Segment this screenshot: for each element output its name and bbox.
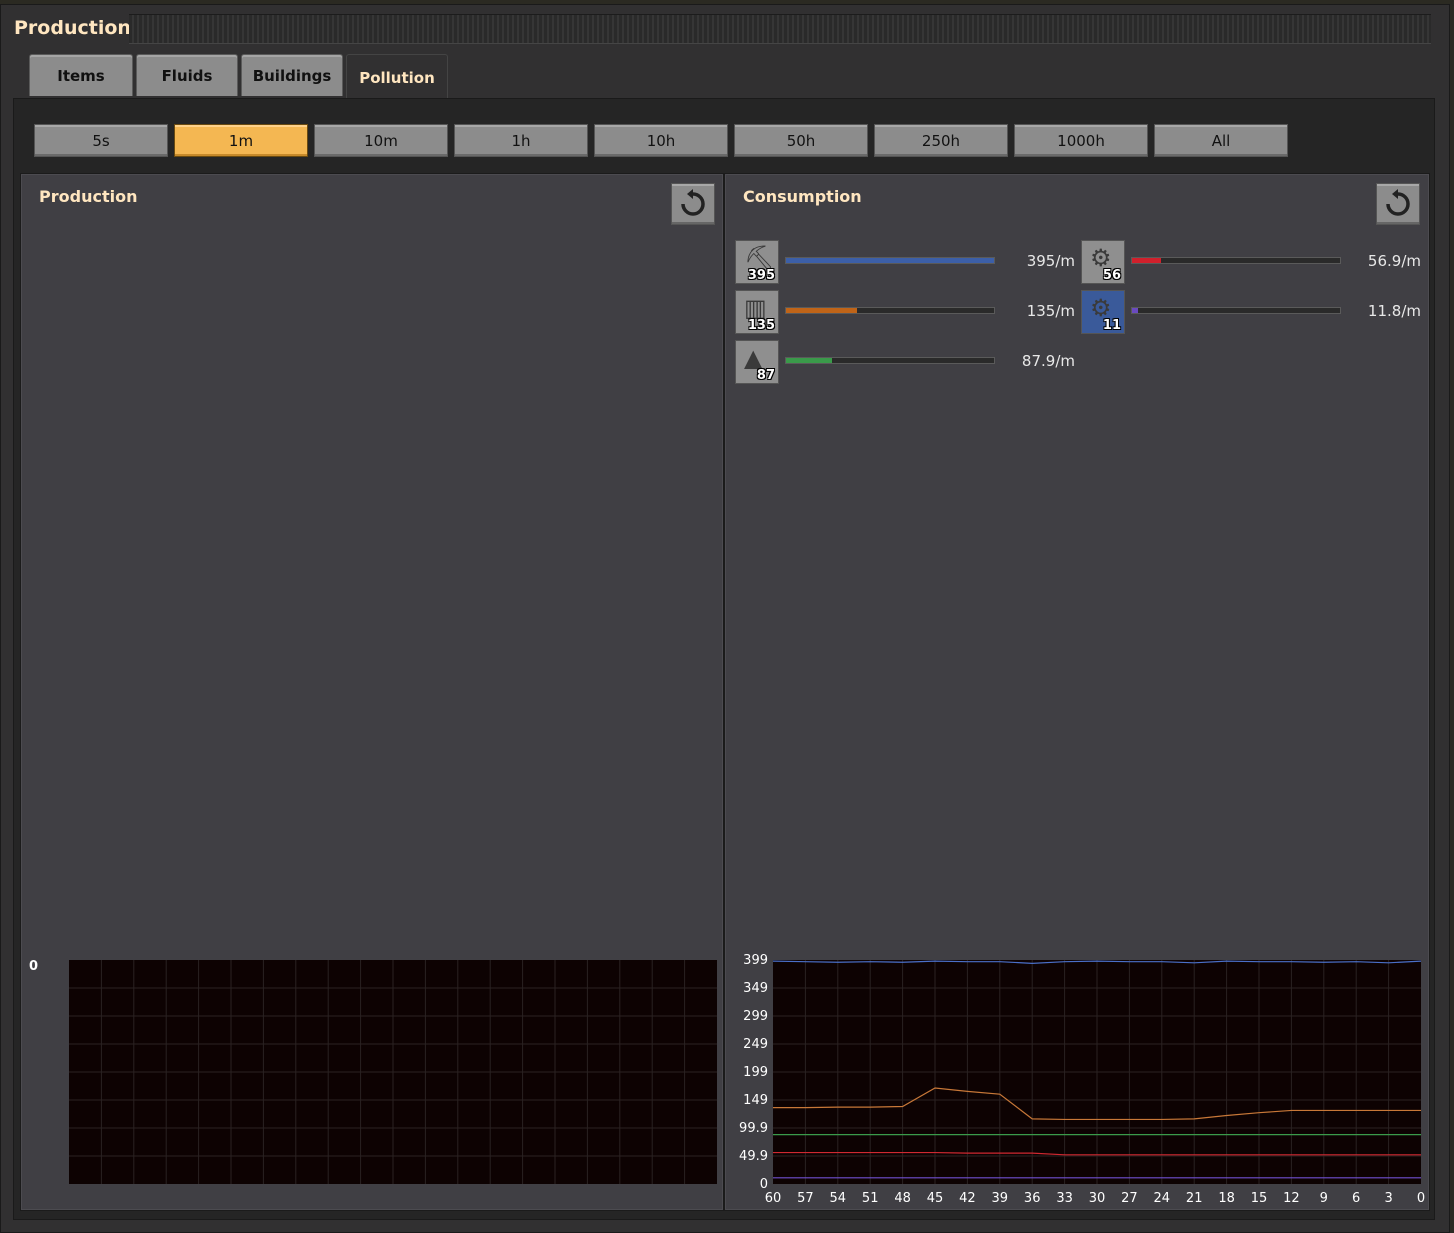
production-chart-y-label: 0 <box>29 959 39 974</box>
boiler-icon[interactable]: ▲ 87 <box>735 340 779 384</box>
consumption-bar <box>785 307 995 314</box>
y-tick-label: 349 <box>743 981 768 996</box>
tab-fluids[interactable]: Fluids <box>136 54 238 96</box>
x-tick-label: 45 <box>927 1191 944 1206</box>
tab-content: 5s 1m 10m 1h 10h 50h 250h 1000h All Production 0… <box>13 98 1435 1220</box>
time-button-1h[interactable]: 1h <box>454 124 588 157</box>
x-tick-label: 33 <box>1056 1191 1073 1206</box>
y-tick-label: 49.9 <box>739 1149 768 1164</box>
consumption-bar <box>785 257 995 264</box>
x-tick-label: 57 <box>797 1191 814 1206</box>
tab-items[interactable]: Items <box>29 54 133 96</box>
x-tick-label: 30 <box>1089 1191 1106 1206</box>
production-window: Production Items Fluids Buildings Pollution… <box>0 4 1450 1233</box>
time-button-1000h[interactable]: 1000h <box>1014 124 1148 157</box>
x-tick-label: 9 <box>1320 1191 1328 1206</box>
x-tick-label: 51 <box>862 1191 879 1206</box>
x-tick-label: 18 <box>1218 1191 1235 1206</box>
production-panel: Production 0 <box>20 173 724 1211</box>
consumption-bar-fill <box>786 358 832 363</box>
x-tick-label: 24 <box>1154 1191 1171 1206</box>
y-tick-label: 0 <box>760 1177 768 1192</box>
time-button-10h[interactable]: 10h <box>594 124 728 157</box>
time-button-all[interactable]: All <box>1154 124 1288 157</box>
x-tick-label: 60 <box>765 1191 782 1206</box>
consumption-rate: 87.9/m <box>1021 352 1075 370</box>
consumption-bar <box>785 357 995 364</box>
stone-furnace-icon[interactable]: ▥ 135 <box>735 290 779 334</box>
time-button-50h[interactable]: 50h <box>734 124 868 157</box>
item-count: 56 <box>1102 268 1121 283</box>
item-count: 11 <box>1102 318 1121 333</box>
window-title: Production <box>14 17 131 39</box>
mining-drill-icon[interactable]: ⛏ 395 <box>735 240 779 284</box>
assembling-machine-1-icon[interactable]: ⚙ 56 <box>1081 240 1125 284</box>
y-tick-label: 249 <box>743 1037 768 1052</box>
x-tick-label: 12 <box>1283 1191 1300 1206</box>
item-count: 135 <box>747 318 775 333</box>
x-tick-label: 54 <box>830 1191 847 1206</box>
x-tick-label: 21 <box>1186 1191 1203 1206</box>
x-tick-label: 48 <box>894 1191 911 1206</box>
time-button-1m[interactable]: 1m <box>174 124 308 157</box>
consumption-panel: Consumption ⛏ 395 395/m ▥ 135 135/m ▲ 87 87.9/m ⚙… <box>724 173 1430 1211</box>
consumption-rate: 11.8/m <box>1367 302 1421 320</box>
x-tick-label: 27 <box>1121 1191 1138 1206</box>
consumption-entry[interactable]: ▥ 135 135/m <box>735 290 1075 334</box>
x-tick-label: 36 <box>1024 1191 1041 1206</box>
tab-buildings[interactable]: Buildings <box>241 54 343 96</box>
consumption-bar-fill <box>786 258 994 263</box>
consumption-entry[interactable]: ▲ 87 87.9/m <box>735 340 1075 384</box>
y-tick-label: 99.9 <box>739 1121 768 1136</box>
category-tabs: Items Fluids Buildings Pollution <box>29 54 448 100</box>
reset-icon <box>1386 189 1410 216</box>
title-drag-handle[interactable] <box>129 14 1431 44</box>
item-count: 395 <box>747 268 775 283</box>
x-tick-label: 0 <box>1417 1191 1425 1206</box>
x-tick-label: 3 <box>1384 1191 1392 1206</box>
consumption-bar <box>1131 257 1341 264</box>
production-reset-button[interactable] <box>671 183 715 225</box>
assembling-machine-2-icon[interactable]: ⚙ 11 <box>1081 290 1125 334</box>
title-bar[interactable]: Production <box>1 5 1449 49</box>
consumption-chart: 39934929924919914999.949.90 60 57 54 51 48 45… <box>739 953 1425 1206</box>
tab-pollution[interactable]: Pollution <box>346 54 448 100</box>
consumption-entry[interactable]: ⚙ 11 11.8/m <box>1081 290 1421 334</box>
consumption-bar-fill <box>1132 308 1139 313</box>
consumption-entry[interactable]: ⚙ 56 56.9/m <box>1081 240 1421 284</box>
x-tick-label: 15 <box>1251 1191 1268 1206</box>
consumption-rate: 395/m <box>1026 252 1075 270</box>
item-count: 87 <box>756 368 775 383</box>
consumption-panel-title: Consumption <box>743 187 862 206</box>
time-button-5s[interactable]: 5s <box>34 124 168 157</box>
consumption-bar-fill <box>1132 258 1162 263</box>
production-panel-title: Production <box>39 187 138 206</box>
reset-icon <box>681 189 705 216</box>
time-range-selector: 5s 1m 10m 1h 10h 50h 250h 1000h All <box>34 124 1288 157</box>
y-tick-label: 149 <box>743 1093 768 1108</box>
consumption-rate: 56.9/m <box>1367 252 1421 270</box>
consumption-entry[interactable]: ⛏ 395 395/m <box>735 240 1075 284</box>
x-tick-label: 39 <box>992 1191 1009 1206</box>
y-tick-label: 299 <box>743 1009 768 1024</box>
x-tick-label: 42 <box>959 1191 976 1206</box>
consumption-rate: 135/m <box>1026 302 1075 320</box>
time-button-250h[interactable]: 250h <box>874 124 1008 157</box>
production-chart <box>69 960 717 1184</box>
time-button-10m[interactable]: 10m <box>314 124 448 157</box>
x-tick-label: 6 <box>1352 1191 1360 1206</box>
y-tick-label: 199 <box>743 1065 768 1080</box>
consumption-bar-fill <box>786 308 857 313</box>
y-tick-label: 399 <box>743 953 768 968</box>
consumption-bar <box>1131 307 1341 314</box>
consumption-reset-button[interactable] <box>1376 183 1420 225</box>
